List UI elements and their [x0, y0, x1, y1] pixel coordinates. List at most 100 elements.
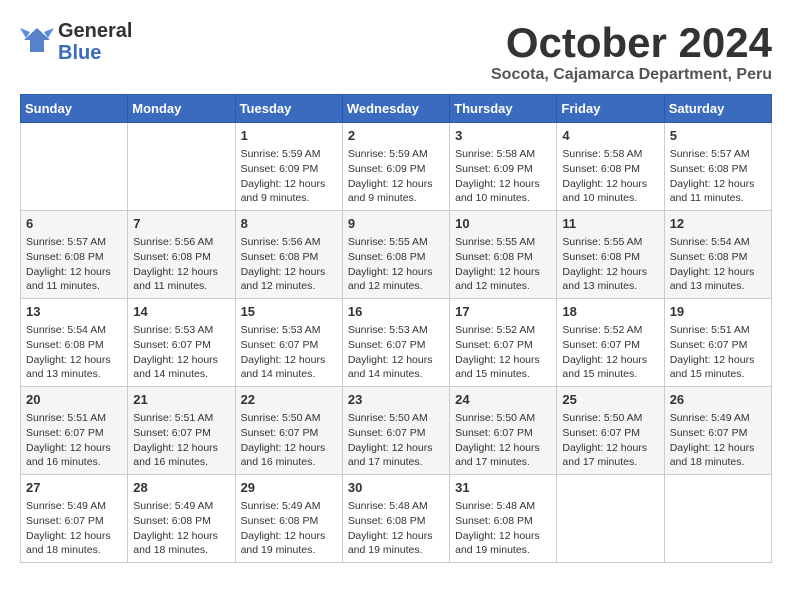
sunset-text: Sunset: 6:08 PM: [26, 338, 122, 353]
month-title: October 2024: [491, 20, 772, 66]
sunrise-text: Sunrise: 5:57 AM: [670, 147, 766, 162]
daylight-text: Daylight: 12 hours and 19 minutes.: [455, 529, 551, 558]
header-saturday: Saturday: [664, 95, 771, 123]
daylight-text: Daylight: 12 hours and 17 minutes.: [455, 441, 551, 470]
table-row: 25Sunrise: 5:50 AMSunset: 6:07 PMDayligh…: [557, 387, 664, 475]
daylight-text: Daylight: 12 hours and 13 minutes.: [670, 265, 766, 294]
sunset-text: Sunset: 6:08 PM: [241, 514, 337, 529]
day-number: 5: [670, 127, 766, 145]
day-number: 15: [241, 303, 337, 321]
sunset-text: Sunset: 6:08 PM: [241, 250, 337, 265]
table-row: 12 Sunrise: 5:54 AMSunset: 6:08 PMDayligh…: [664, 211, 771, 299]
sunrise-text: Sunrise: 5:58 AM: [455, 147, 551, 162]
sunset-text: Sunset: 6:08 PM: [455, 514, 551, 529]
daylight-text: Daylight: 12 hours and 14 minutes.: [133, 353, 229, 382]
table-row: 1Sunrise: 5:59 AMSunset: 6:09 PMDaylight…: [235, 123, 342, 211]
sunrise-text: Sunrise: 5:50 AM: [562, 411, 658, 426]
daylight-text: Daylight: 12 hours and 15 minutes.: [562, 353, 658, 382]
daylight-text: Daylight: 12 hours and 13 minutes.: [562, 265, 658, 294]
sunset-text: Sunset: 6:07 PM: [670, 426, 766, 441]
day-number: 30: [348, 479, 444, 497]
sunrise-text: Sunrise: 5:55 AM: [562, 235, 658, 250]
table-row: 14Sunrise: 5:53 AMSunset: 6:07 PMDayligh…: [128, 299, 235, 387]
table-row: 8Sunrise: 5:56 AMSunset: 6:08 PMDaylight…: [235, 211, 342, 299]
sunrise-text: Sunrise: 5:50 AM: [455, 411, 551, 426]
logo: General Blue: [20, 20, 132, 64]
sunrise-text: Sunrise: 5:48 AM: [348, 499, 444, 514]
daylight-text: Daylight: 12 hours and 10 minutes.: [562, 177, 658, 206]
table-row: 13Sunrise: 5:54 AMSunset: 6:08 PMDayligh…: [21, 299, 128, 387]
sunset-text: Sunset: 6:07 PM: [348, 426, 444, 441]
sunset-text: Sunset: 6:07 PM: [241, 338, 337, 353]
table-row: 2Sunrise: 5:59 AMSunset: 6:09 PMDaylight…: [342, 123, 449, 211]
daylight-text: Daylight: 12 hours and 9 minutes.: [348, 177, 444, 206]
sunrise-text: Sunrise: 5:50 AM: [348, 411, 444, 426]
sunrise-text: Sunrise: 5:49 AM: [26, 499, 122, 514]
day-number: 27: [26, 479, 122, 497]
daylight-text: Daylight: 12 hours and 11 minutes.: [26, 265, 122, 294]
daylight-text: Daylight: 12 hours and 19 minutes.: [241, 529, 337, 558]
day-number: 2: [348, 127, 444, 145]
sunset-text: Sunset: 6:08 PM: [133, 514, 229, 529]
table-row: 15Sunrise: 5:53 AMSunset: 6:07 PMDayligh…: [235, 299, 342, 387]
sunrise-text: Sunrise: 5:53 AM: [348, 323, 444, 338]
table-row: 10Sunrise: 5:55 AMSunset: 6:08 PMDayligh…: [450, 211, 557, 299]
table-row: 23 Sunrise: 5:50 AMSunset: 6:07 PMDayligh…: [342, 387, 449, 475]
daylight-text: Daylight: 12 hours and 16 minutes.: [26, 441, 122, 470]
sunset-text: Sunset: 6:08 PM: [670, 162, 766, 177]
header-friday: Friday: [557, 95, 664, 123]
calendar-body: 1Sunrise: 5:59 AMSunset: 6:09 PMDaylight…: [21, 123, 772, 563]
day-number: 26: [670, 391, 766, 409]
table-row: 5 Sunrise: 5:57 AMSunset: 6:08 PMDaylight…: [664, 123, 771, 211]
day-number: 16: [348, 303, 444, 321]
sunrise-text: Sunrise: 5:49 AM: [133, 499, 229, 514]
daylight-text: Daylight: 12 hours and 11 minutes.: [670, 177, 766, 206]
table-row: [557, 474, 664, 562]
table-row: 27 Sunrise: 5:49 AMSunset: 6:07 PMDayligh…: [21, 474, 128, 562]
day-number: 23: [348, 391, 444, 409]
day-number: 25: [562, 391, 658, 409]
header-tuesday: Tuesday: [235, 95, 342, 123]
header-monday: Monday: [128, 95, 235, 123]
daylight-text: Daylight: 12 hours and 17 minutes.: [348, 441, 444, 470]
sunrise-text: Sunrise: 5:48 AM: [455, 499, 551, 514]
sunset-text: Sunset: 6:08 PM: [133, 250, 229, 265]
sunrise-text: Sunrise: 5:50 AM: [241, 411, 337, 426]
table-row: 28Sunrise: 5:49 AMSunset: 6:08 PMDayligh…: [128, 474, 235, 562]
day-number: 6: [26, 215, 122, 233]
daylight-text: Daylight: 12 hours and 15 minutes.: [670, 353, 766, 382]
sunset-text: Sunset: 6:07 PM: [562, 338, 658, 353]
daylight-text: Daylight: 12 hours and 18 minutes.: [26, 529, 122, 558]
sunrise-text: Sunrise: 5:52 AM: [455, 323, 551, 338]
header-thursday: Thursday: [450, 95, 557, 123]
sunrise-text: Sunrise: 5:57 AM: [26, 235, 122, 250]
table-row: 26Sunrise: 5:49 AMSunset: 6:07 PMDayligh…: [664, 387, 771, 475]
day-number: 12: [670, 215, 766, 233]
daylight-text: Daylight: 12 hours and 15 minutes.: [455, 353, 551, 382]
sunrise-text: Sunrise: 5:54 AM: [670, 235, 766, 250]
sunset-text: Sunset: 6:08 PM: [562, 250, 658, 265]
table-row: 19Sunrise: 5:51 AMSunset: 6:07 PMDayligh…: [664, 299, 771, 387]
logo-text-blue: Blue: [58, 42, 132, 64]
sunrise-text: Sunrise: 5:49 AM: [670, 411, 766, 426]
sunset-text: Sunset: 6:07 PM: [26, 514, 122, 529]
daylight-text: Daylight: 12 hours and 16 minutes.: [133, 441, 229, 470]
table-row: 4Sunrise: 5:58 AMSunset: 6:08 PMDaylight…: [557, 123, 664, 211]
sunset-text: Sunset: 6:09 PM: [348, 162, 444, 177]
sunset-text: Sunset: 6:07 PM: [133, 338, 229, 353]
daylight-text: Daylight: 12 hours and 18 minutes.: [133, 529, 229, 558]
day-number: 9: [348, 215, 444, 233]
table-row: [128, 123, 235, 211]
daylight-text: Daylight: 12 hours and 11 minutes.: [133, 265, 229, 294]
daylight-text: Daylight: 12 hours and 16 minutes.: [241, 441, 337, 470]
sunset-text: Sunset: 6:07 PM: [241, 426, 337, 441]
daylight-text: Daylight: 12 hours and 12 minutes.: [455, 265, 551, 294]
calendar-table: Sunday Monday Tuesday Wednesday Thursday…: [20, 94, 772, 563]
location-title: Socota, Cajamarca Department, Peru: [491, 66, 772, 84]
table-row: 21Sunrise: 5:51 AMSunset: 6:07 PMDayligh…: [128, 387, 235, 475]
sunrise-text: Sunrise: 5:53 AM: [133, 323, 229, 338]
day-number: 17: [455, 303, 551, 321]
table-row: 11Sunrise: 5:55 AMSunset: 6:08 PMDayligh…: [557, 211, 664, 299]
sunset-text: Sunset: 6:08 PM: [670, 250, 766, 265]
logo-icon: [20, 26, 54, 59]
